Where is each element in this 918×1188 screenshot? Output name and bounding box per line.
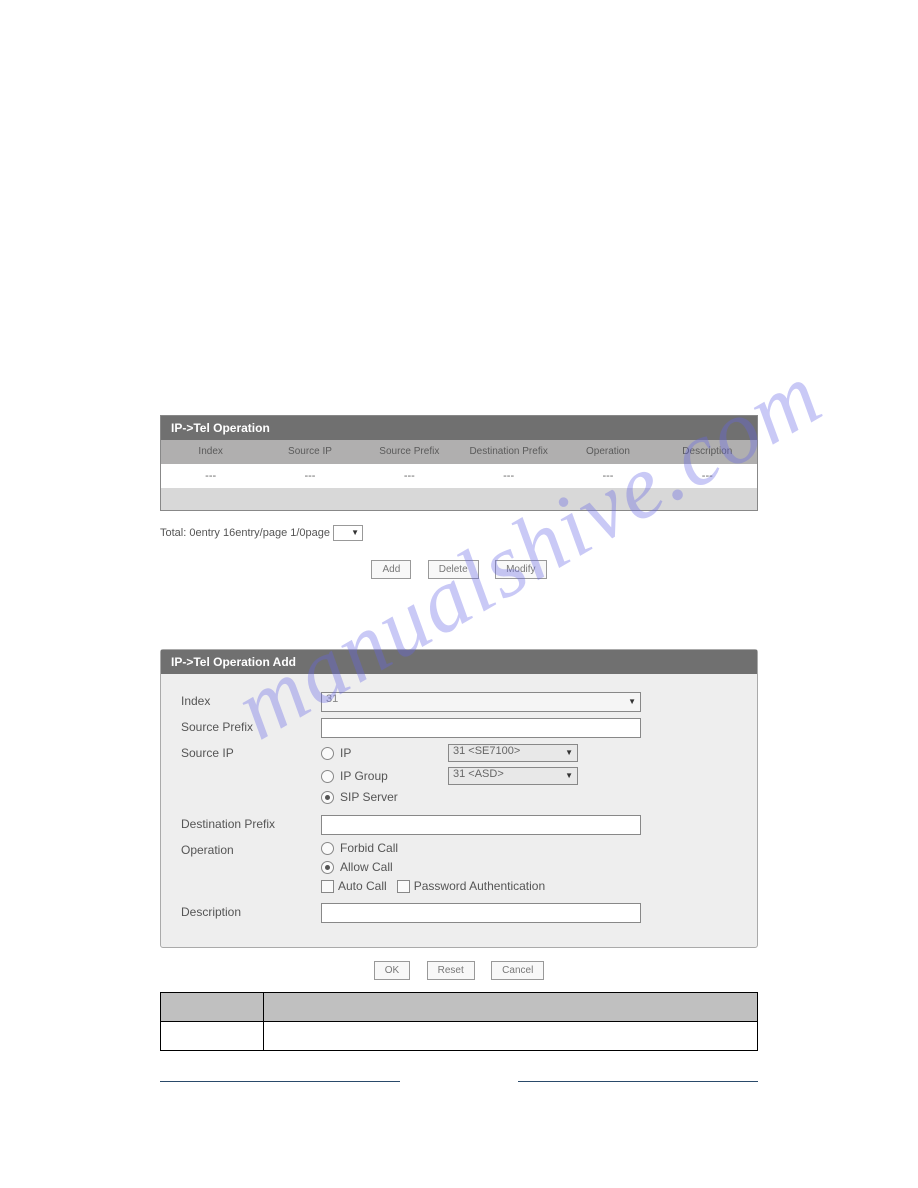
footer-lines: [160, 1051, 758, 1082]
radio-ip[interactable]: [321, 747, 334, 760]
footer-line-right: [518, 1081, 758, 1082]
radio-allow-call[interactable]: [321, 861, 334, 874]
bottom-table: [160, 992, 758, 1051]
dest-prefix-input[interactable]: [321, 815, 641, 835]
col-dest-prefix: Destination Prefix: [459, 446, 558, 458]
cell: ---: [161, 470, 260, 482]
radio-ip-group[interactable]: [321, 770, 334, 783]
col-source-prefix: Source Prefix: [360, 446, 459, 458]
bottom-cell-1: [161, 1022, 264, 1051]
table-header-row: Index Source IP Source Prefix Destinatio…: [161, 440, 757, 464]
cell: ---: [658, 470, 757, 482]
cell: ---: [260, 470, 359, 482]
radio-allow-label: Allow Call: [340, 860, 393, 874]
bottom-header-2: [264, 993, 758, 1022]
modify-button[interactable]: Modify: [495, 560, 546, 579]
label-source-prefix: Source Prefix: [181, 718, 321, 734]
cell: ---: [360, 470, 459, 482]
label-source-ip: Source IP: [181, 744, 321, 760]
col-operation: Operation: [558, 446, 657, 458]
col-source-ip: Source IP: [260, 446, 359, 458]
delete-button[interactable]: Delete: [428, 560, 479, 579]
bottom-header-1: [161, 993, 264, 1022]
label-dest-prefix: Destination Prefix: [181, 815, 321, 831]
reset-button[interactable]: Reset: [427, 961, 475, 980]
cell: ---: [558, 470, 657, 482]
panel1-buttons: Add Delete Modify: [160, 555, 758, 589]
table-footer-row: [161, 488, 757, 510]
pager-line: Total: 0entry 16entry/page 1/0page: [160, 511, 758, 555]
ip-select[interactable]: 31 <SE7100>: [448, 744, 578, 762]
radio-sip-server-label: SIP Server: [340, 790, 398, 804]
radio-sip-server[interactable]: [321, 791, 334, 804]
label-index: Index: [181, 692, 321, 708]
add-button[interactable]: Add: [371, 560, 411, 579]
label-description: Description: [181, 903, 321, 919]
page-body: IP->Tel Operation Index Source IP Source…: [0, 0, 918, 1122]
radio-ip-label: IP: [340, 746, 442, 760]
ip-tel-operation-add-panel: IP->Tel Operation Add Index 31 Source Pr…: [160, 649, 758, 948]
panel2-buttons: OK Reset Cancel: [160, 948, 758, 986]
checkbox-auto-label: Auto Call: [338, 879, 387, 893]
page-select[interactable]: [333, 525, 363, 541]
checkbox-auto-call[interactable]: [321, 880, 334, 893]
radio-forbid-call[interactable]: [321, 842, 334, 855]
col-description: Description: [658, 446, 757, 458]
source-prefix-input[interactable]: [321, 718, 641, 738]
label-operation: Operation: [181, 841, 321, 857]
footer-line-left: [160, 1081, 400, 1082]
radio-ip-group-label: IP Group: [340, 769, 442, 783]
description-input[interactable]: [321, 903, 641, 923]
pager-text: Total: 0entry 16entry/page 1/0page: [160, 527, 330, 539]
cancel-button[interactable]: Cancel: [491, 961, 544, 980]
table-data-row: --- --- --- --- --- ---: [161, 464, 757, 488]
cell: ---: [459, 470, 558, 482]
ok-button[interactable]: OK: [374, 961, 410, 980]
index-select[interactable]: 31: [321, 692, 641, 712]
radio-forbid-label: Forbid Call: [340, 841, 398, 855]
panel1-title: IP->Tel Operation: [161, 416, 757, 440]
col-index: Index: [161, 446, 260, 458]
panel2-title: IP->Tel Operation Add: [161, 650, 757, 674]
checkbox-password-auth[interactable]: [397, 880, 410, 893]
ip-group-select[interactable]: 31 <ASD>: [448, 767, 578, 785]
ip-tel-operation-panel: IP->Tel Operation Index Source IP Source…: [160, 415, 758, 511]
bottom-cell-2: [264, 1022, 758, 1051]
checkbox-password-label: Password Authentication: [414, 879, 545, 893]
